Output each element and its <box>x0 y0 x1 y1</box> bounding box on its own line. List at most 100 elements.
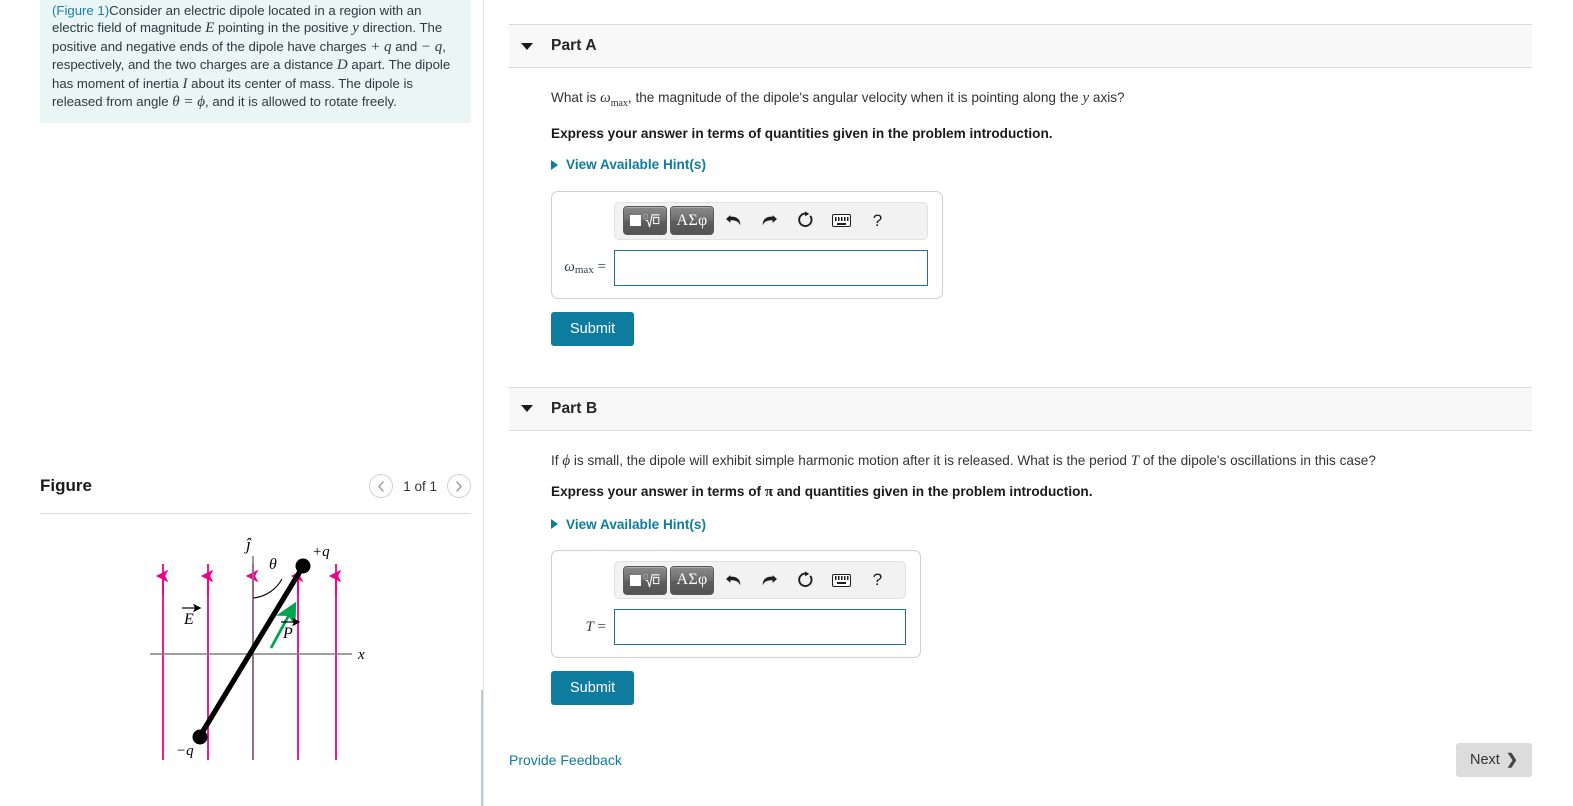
part-a-answer-box: □ ΑΣφ ? ωmax = <box>551 190 943 299</box>
part-b-var: T <box>585 618 594 635</box>
part-a-input-row: ωmax = <box>562 249 928 286</box>
keyboard-button[interactable] <box>825 206 858 235</box>
help-button[interactable]: ? <box>861 206 894 235</box>
part-a-body: What is ωmax, the magnitude of the dipol… <box>509 88 1573 346</box>
dipole-rod <box>197 565 305 739</box>
redo-button[interactable] <box>753 566 786 595</box>
part-b-instruction: Express your answer in terms of π and qu… <box>551 484 1553 501</box>
math-template-button[interactable]: □ <box>623 565 667 595</box>
figure-next-button[interactable] <box>447 474 471 498</box>
part-a-q-post: , the magnitude of the dipole's angular … <box>627 90 1083 105</box>
part-b-q-end: of the dipole's oscillations in this cas… <box>1139 452 1376 468</box>
part-b-variable-label: T = <box>562 619 614 636</box>
greek-letters-button[interactable]: ΑΣφ <box>670 206 714 235</box>
reset-button[interactable] <box>789 206 822 235</box>
part-b-hints-toggle[interactable]: View Available Hint(s) <box>551 517 706 532</box>
intro-var-D: D <box>336 57 348 74</box>
part-a-submit-button[interactable]: Submit <box>551 311 635 346</box>
redo-button[interactable] <box>753 206 786 235</box>
part-b-instr-post: and quantities given in the problem intr… <box>773 483 1093 499</box>
chevron-left-icon <box>378 480 384 492</box>
figure-counter: 1 of 1 <box>403 478 437 494</box>
problem-page: (Figure 1)Consider an electric dipole lo… <box>0 0 1573 806</box>
part-a-q-var: ω <box>600 90 611 106</box>
part-a-var: ω <box>564 259 575 275</box>
keyboard-icon <box>832 573 851 587</box>
part-b-q-italic: T <box>1130 452 1140 469</box>
nth-root-icon: □ <box>643 573 659 587</box>
part-b-q-post: is small, the dipole will exhibit simple… <box>570 452 1131 468</box>
part-b-answer-box: □ ΑΣφ ? T = <box>551 550 921 658</box>
part-a-answer-input[interactable] <box>614 249 928 286</box>
triangle-right-icon <box>551 159 558 170</box>
next-button-label: Next <box>1470 752 1500 768</box>
dipole-figure[interactable]: ĵ x θ +q −q E P <box>40 520 440 795</box>
figure-prev-button[interactable] <box>369 474 394 498</box>
left-panel-scrollbar[interactable] <box>481 690 483 806</box>
next-button[interactable]: Next ❯ <box>1456 743 1532 777</box>
intro-charge-plus-q: + q <box>370 38 392 55</box>
part-b-equals: = <box>593 618 606 635</box>
label-moment-P: P <box>282 625 293 642</box>
label-negative-charge: −q <box>176 743 194 759</box>
intro-seg-6: and <box>391 38 421 54</box>
reset-icon <box>798 211 813 227</box>
keyboard-icon <box>832 214 851 227</box>
reset-button[interactable] <box>789 566 822 595</box>
caret-down-icon <box>521 42 533 50</box>
greek-letters-button[interactable]: ΑΣφ <box>670 565 714 595</box>
intro-var-y: y <box>352 20 359 37</box>
negative-charge-dot <box>192 729 208 745</box>
nth-root-icon: □ <box>643 214 659 228</box>
part-b-instr-pre: Express your answer in terms of <box>551 483 765 499</box>
template-icon: □ <box>629 571 661 590</box>
figure-1-link[interactable]: (Figure 1) <box>52 3 109 18</box>
part-b-answer-input[interactable] <box>614 609 906 645</box>
part-b-label: Part B <box>551 399 598 417</box>
label-x-axis: x <box>357 647 365 663</box>
undo-button[interactable] <box>717 566 750 595</box>
positive-charge-dot <box>295 558 311 574</box>
figure-nav: 1 of 1 <box>369 474 471 498</box>
part-a-math-toolbar: □ ΑΣφ ? <box>614 201 928 240</box>
caret-down-icon <box>521 405 533 412</box>
part-a-var-sub: max <box>574 264 594 276</box>
left-panel: (Figure 1)Consider an electric dipole lo… <box>0 0 484 806</box>
part-b-submit-button[interactable]: Submit <box>551 671 635 705</box>
field-line-arrowheads <box>155 569 342 595</box>
part-b-header[interactable]: Part B <box>509 386 1532 431</box>
svg-text:□: □ <box>643 214 647 221</box>
part-a-instruction: Express your answer in terms of quantiti… <box>551 126 1053 141</box>
problem-introduction: (Figure 1)Consider an electric dipole lo… <box>40 0 471 124</box>
undo-button[interactable] <box>717 206 750 235</box>
help-button[interactable]: ? <box>861 566 894 595</box>
figure-title: Figure <box>40 476 92 495</box>
right-panel: Part A What is ωmax, the magnitude of th… <box>509 0 1573 806</box>
figure-header: Figure 1 of 1 <box>40 474 471 514</box>
part-a-hints-toggle[interactable]: View Available Hint(s) <box>551 157 706 172</box>
label-positive-charge: +q <box>312 544 330 560</box>
math-template-button[interactable]: □ <box>623 206 667 235</box>
template-icon: □ <box>629 211 661 230</box>
chevron-right-icon: ❯ <box>1505 752 1518 768</box>
intro-var-E: E <box>205 20 215 37</box>
part-a-q-end: axis? <box>1089 90 1125 105</box>
part-a-hints-label: View Available Hint(s) <box>566 157 707 172</box>
field-lines <box>162 564 337 760</box>
footer-bar: Provide Feedback Next ❯ <box>509 743 1532 777</box>
redo-icon <box>762 215 777 226</box>
dipole-diagram-svg: ĵ x θ +q −q E P <box>150 535 365 760</box>
part-b-hints-label: View Available Hint(s) <box>566 516 707 532</box>
reset-icon <box>798 570 813 587</box>
keyboard-button[interactable] <box>825 566 858 595</box>
part-a-q-sub: max <box>610 98 628 109</box>
part-a-variable-label: ωmax = <box>562 259 614 276</box>
part-b-body: If ϕ is small, the dipole will exhibit s… <box>509 451 1573 705</box>
provide-feedback-link[interactable]: Provide Feedback <box>509 752 622 768</box>
intro-angle-theta-phi: θ = ϕ <box>172 94 205 111</box>
part-b-math-toolbar: □ ΑΣφ ? <box>614 561 906 599</box>
part-a-header[interactable]: Part A <box>509 24 1532 68</box>
undo-icon <box>726 215 741 226</box>
svg-text:□: □ <box>643 573 647 580</box>
label-field-E: E <box>183 611 194 628</box>
